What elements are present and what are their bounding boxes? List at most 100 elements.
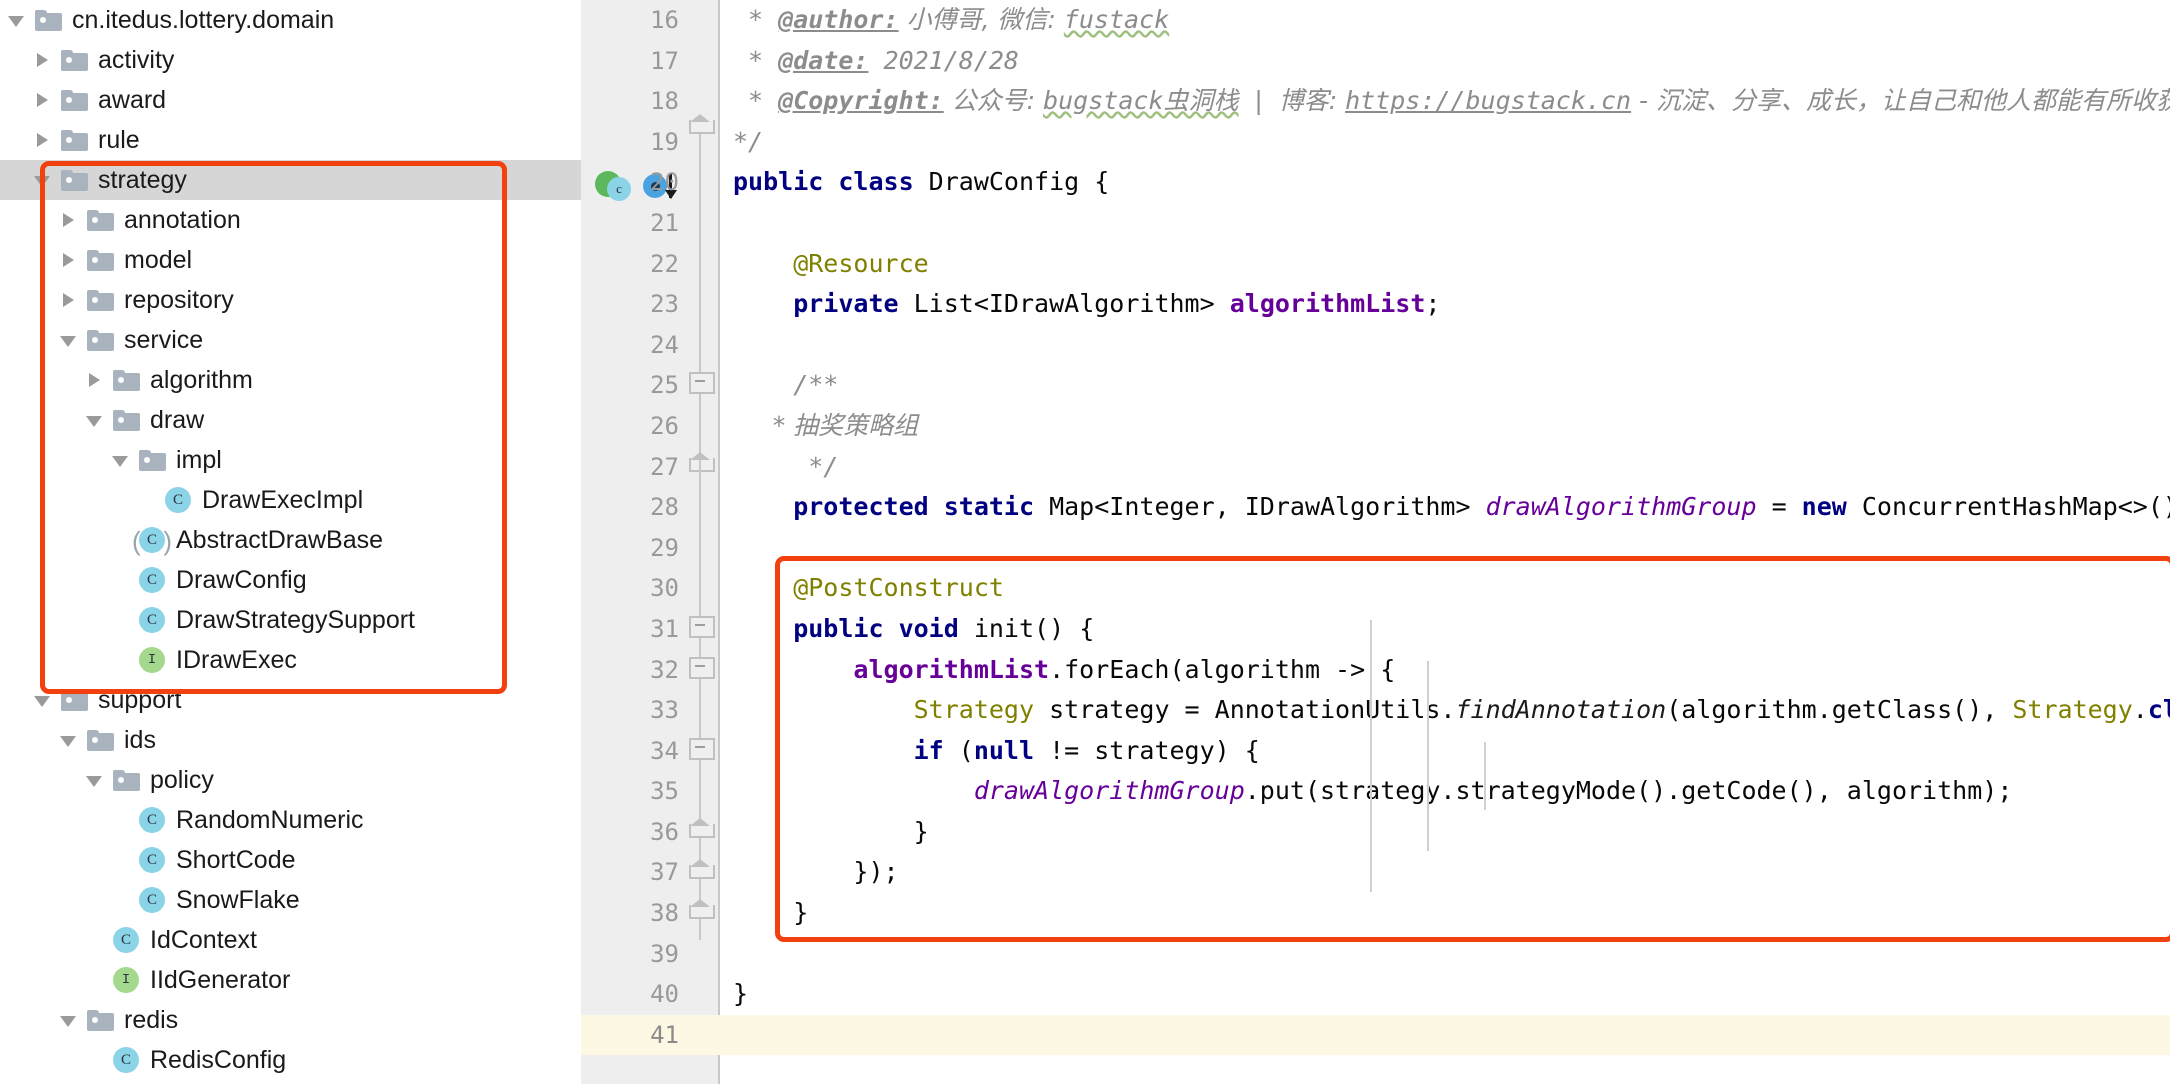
line-number: 27: [650, 452, 679, 481]
tree-item-redis[interactable]: redis: [0, 1000, 581, 1040]
tree-item-model[interactable]: model: [0, 240, 581, 280]
chevron-right-icon[interactable]: [34, 92, 51, 109]
code-line-40[interactable]: 40}: [581, 974, 2170, 1015]
tree-item-algorithm[interactable]: algorithm: [0, 360, 581, 400]
tree-item-snowflake[interactable]: C SnowFlake: [0, 880, 581, 920]
line-number: 38: [650, 899, 679, 928]
code-line-30[interactable]: 30 @PostConstruct: [581, 568, 2170, 609]
chevron-right-icon[interactable]: [34, 132, 51, 149]
code-line-29[interactable]: 29: [581, 528, 2170, 569]
tree-item-drawconfig[interactable]: C DrawConfig: [0, 560, 581, 600]
chevron-down-icon[interactable]: [34, 692, 51, 709]
tree-item-idrawexec[interactable]: I IDrawExec: [0, 640, 581, 680]
chevron-down-icon[interactable]: [8, 12, 25, 29]
line-number: 25: [650, 371, 679, 400]
line-number: 17: [650, 46, 679, 75]
chevron-down-icon[interactable]: [34, 172, 51, 189]
tree-item-label: IDrawExec: [176, 645, 297, 674]
code-line-37[interactable]: 37 });: [581, 852, 2170, 893]
code-line-39[interactable]: 39: [581, 934, 2170, 975]
chevron-right-icon[interactable]: [86, 372, 103, 389]
chevron-right-icon[interactable]: [60, 252, 77, 269]
code-text: @Resource: [733, 248, 929, 278]
code-line-19[interactable]: 19 */: [581, 122, 2170, 163]
tree-item-rule[interactable]: rule: [0, 120, 581, 160]
code-line-25[interactable]: 25 /**: [581, 365, 2170, 406]
tree-item-cn.itedus.lottery.domain[interactable]: cn.itedus.lottery.domain: [0, 0, 581, 40]
tree-item-shortcode[interactable]: C ShortCode: [0, 840, 581, 880]
tree-item-label: service: [124, 325, 204, 354]
code-line-22[interactable]: 22 @Resource: [581, 244, 2170, 285]
class-icon: C: [139, 567, 165, 593]
tree-item-policy[interactable]: policy: [0, 760, 581, 800]
line-number: 37: [650, 858, 679, 887]
chevron-down-icon[interactable]: [60, 1012, 77, 1029]
folder-icon: [61, 129, 88, 151]
tree-item-drawstrategysupport[interactable]: C DrawStrategySupport: [0, 600, 581, 640]
tree-item-label: annotation: [124, 205, 241, 234]
code-line-24[interactable]: 24: [581, 325, 2170, 366]
code-line-17[interactable]: 17 * @date: 2021/8/28: [581, 41, 2170, 82]
tree-item-impl[interactable]: impl: [0, 440, 581, 480]
tree-item-activity[interactable]: activity: [0, 40, 581, 80]
chevron-right-icon[interactable]: [60, 212, 77, 229]
tree-item-iidgenerator[interactable]: I IIdGenerator: [0, 960, 581, 1000]
chevron-down-icon[interactable]: [112, 452, 129, 469]
chevron-right-icon[interactable]: [60, 292, 77, 309]
code-editor[interactable]: c 16 * @author: 小傅哥, 微信: fustack 17 * @da…: [581, 0, 2170, 1084]
chevron-down-icon[interactable]: [60, 732, 77, 749]
code-line-31[interactable]: 31 public void init() {: [581, 609, 2170, 650]
code-line-36[interactable]: 36 }: [581, 812, 2170, 853]
tree-item-label: algorithm: [150, 365, 253, 394]
code-line-18[interactable]: 18 * @Copyright: 公众号: bugstack虫洞栈 | 博客: …: [581, 81, 2170, 122]
line-number: 41: [650, 1020, 679, 1049]
tree-item-label: impl: [176, 445, 222, 474]
project-tree-panel[interactable]: cn.itedus.lottery.domain activity award rul…: [0, 0, 581, 1084]
code-line-32[interactable]: 32 algorithmList.forEach(algorithm -> {: [581, 650, 2170, 691]
tree-item-ids[interactable]: ids: [0, 720, 581, 760]
line-number: 28: [650, 493, 679, 522]
chevron-down-icon[interactable]: [86, 772, 103, 789]
tree-item-abstractdrawbase[interactable]: CAbstractDrawBase: [0, 520, 581, 560]
code-line-41[interactable]: 41: [581, 1014, 2170, 1056]
code-line-34[interactable]: 34 if (null != strategy) {: [581, 731, 2170, 772]
line-number: 32: [650, 655, 679, 684]
tree-item-label: support: [98, 685, 182, 714]
tree-item-annotation[interactable]: annotation: [0, 200, 581, 240]
line-number: 22: [650, 249, 679, 278]
indent-guide-2: [1427, 661, 1429, 851]
code-line-33[interactable]: 33 Strategy strategy = AnnotationUtils.f…: [581, 690, 2170, 731]
tree-item-redisconfig[interactable]: C RedisConfig: [0, 1040, 581, 1080]
code-line-20[interactable]: 20 public class DrawConfig {: [581, 162, 2170, 203]
tree-item-service[interactable]: service: [0, 320, 581, 360]
chevron-down-icon[interactable]: [86, 412, 103, 429]
tree-item-idcontext[interactable]: C IdContext: [0, 920, 581, 960]
code-line-28[interactable]: 28 protected static Map<Integer, IDrawAl…: [581, 487, 2170, 528]
folder-dot: [92, 1016, 98, 1023]
code-line-23[interactable]: 23 private List<IDrawAlgorithm> algorith…: [581, 284, 2170, 325]
code-text: drawAlgorithmGroup.put(strategy.strategy…: [733, 776, 2013, 806]
tree-item-draw[interactable]: draw: [0, 400, 581, 440]
chevron-down-icon[interactable]: [60, 332, 77, 349]
code-line-21[interactable]: 21: [581, 203, 2170, 244]
tree-item-randomnumeric[interactable]: C RandomNumeric: [0, 800, 581, 840]
code-line-16[interactable]: 16 * @author: 小傅哥, 微信: fustack: [581, 0, 2170, 41]
folder-icon: [87, 729, 114, 751]
tree-item-label: redis: [124, 1005, 179, 1034]
tree-item-label: repository: [124, 285, 234, 314]
tree-item-repository[interactable]: repository: [0, 280, 581, 320]
tree-item-drawexecimpl[interactable]: C DrawExecImpl: [0, 480, 581, 520]
tree-item-support[interactable]: support: [0, 680, 581, 720]
tree-item-label: cn.itedus.lottery.domain: [72, 5, 335, 34]
tree-item-award[interactable]: award: [0, 80, 581, 120]
code-lines[interactable]: 16 * @author: 小傅哥, 微信: fustack 17 * @date…: [581, 0, 2170, 1084]
code-line-35[interactable]: 35 drawAlgorithmGroup.put(strategy.strat…: [581, 771, 2170, 812]
folder-icon: [139, 449, 166, 471]
code-line-27[interactable]: 27 */: [581, 447, 2170, 488]
tree-item-strategy[interactable]: strategy: [0, 160, 581, 200]
code-line-38[interactable]: 38 }: [581, 893, 2170, 934]
code-line-26[interactable]: 26 * 抽奖策略组: [581, 406, 2170, 447]
chevron-right-icon[interactable]: [34, 52, 51, 69]
